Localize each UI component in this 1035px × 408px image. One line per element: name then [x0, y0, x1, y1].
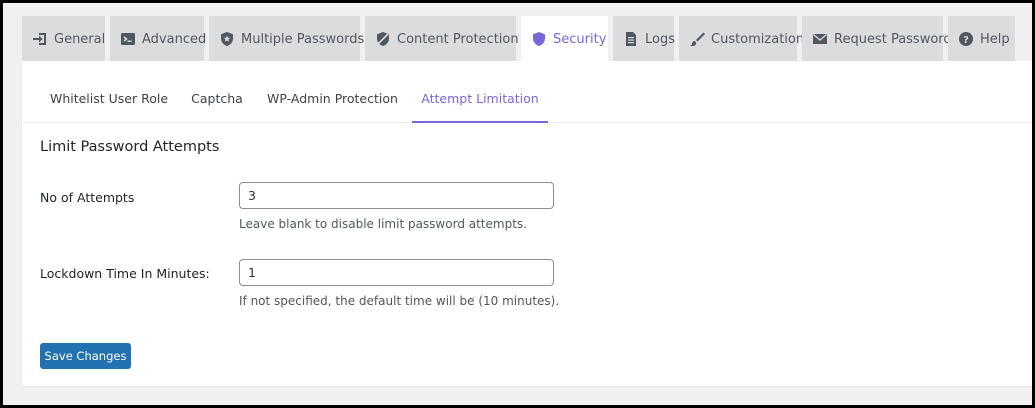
section-title: Limit Password Attempts: [40, 139, 220, 155]
tab-advanced[interactable]: Advanced: [110, 16, 207, 61]
lockdown-help-text: If not specified, the default time will …: [239, 294, 560, 308]
tab-label: Security: [553, 31, 607, 47]
subtab-captcha[interactable]: Captcha: [181, 61, 253, 123]
subtab-whitelist-user-role[interactable]: Whitelist User Role: [37, 61, 181, 123]
tab-request-password[interactable]: Request Password: [802, 16, 952, 61]
main-tabs: General Advanced Multiple Passwords Cont…: [22, 16, 1020, 61]
email-icon: [812, 31, 828, 47]
tab-label: General: [54, 31, 106, 47]
shield-icon: [531, 31, 547, 47]
tab-label: Advanced: [142, 31, 207, 47]
tab-label: Logs: [645, 31, 675, 47]
tab-general[interactable]: General: [22, 16, 105, 61]
shield-icon: [219, 31, 235, 47]
attempts-help-text: Leave blank to disable limit password at…: [239, 217, 527, 231]
subtab-wp-admin-protection[interactable]: WP-Admin Protection: [253, 61, 412, 123]
lockdown-label: Lockdown Time In Minutes:: [40, 266, 210, 281]
help-icon: ?: [958, 31, 974, 47]
svg-text:?: ?: [963, 35, 969, 46]
tab-content-protection[interactable]: Content Protection: [365, 16, 519, 61]
tab-logs[interactable]: Logs: [613, 16, 675, 61]
no-tracking-icon: [375, 31, 391, 47]
lockdown-input[interactable]: [239, 259, 554, 286]
document-icon: [623, 31, 639, 47]
app-frame: General Advanced Multiple Passwords Cont…: [3, 3, 1032, 405]
tab-security[interactable]: Security: [521, 16, 608, 61]
tab-label: Help: [980, 31, 1010, 47]
tab-customization[interactable]: Customization: [679, 16, 804, 61]
settings-panel: Whitelist User Role Captcha WP-Admin Pro…: [22, 61, 1032, 386]
attempts-label: No of Attempts: [40, 190, 135, 205]
sign-in-icon: [32, 31, 48, 47]
sub-tabs: Whitelist User Role Captcha WP-Admin Pro…: [22, 61, 1032, 123]
tab-label: Multiple Passwords: [241, 31, 365, 47]
save-changes-button[interactable]: Save Changes: [40, 343, 131, 369]
tab-multiple-passwords[interactable]: Multiple Passwords: [209, 16, 364, 61]
terminal-icon: [120, 31, 136, 47]
subtab-attempt-limitation[interactable]: Attempt Limitation: [412, 61, 548, 123]
tab-label: Content Protection: [397, 31, 519, 47]
paintbrush-icon: [689, 31, 705, 47]
tab-label: Request Password: [834, 31, 952, 47]
attempts-input[interactable]: [239, 182, 554, 209]
tab-label: Customization: [711, 31, 805, 47]
tab-help[interactable]: ? Help: [948, 16, 1015, 61]
